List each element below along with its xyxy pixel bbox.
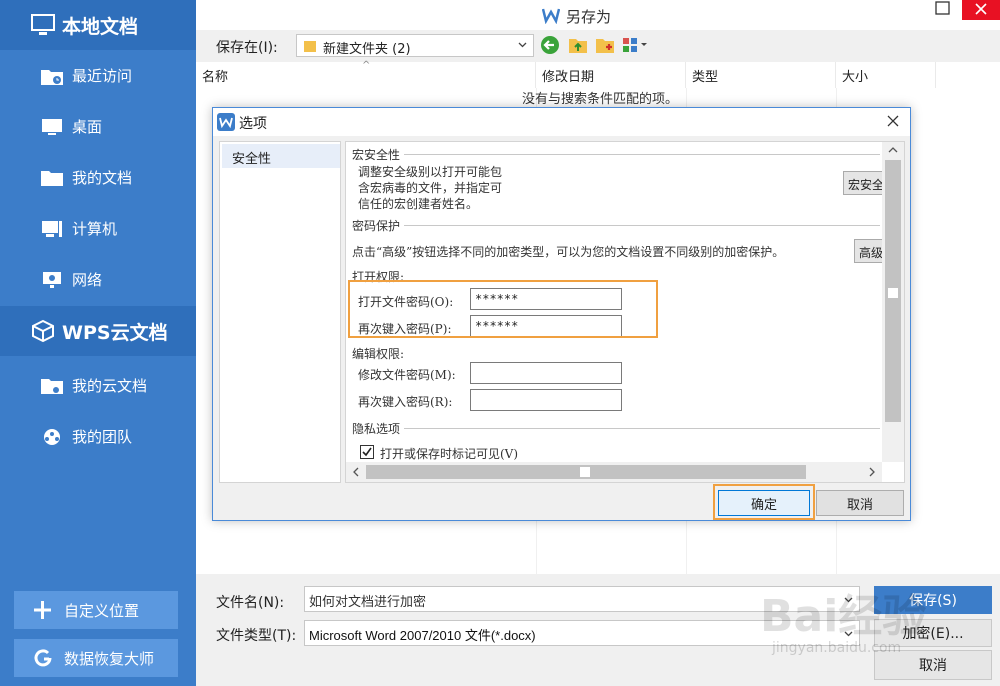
macro-desc-line: 调整安全级别以打开可能包 bbox=[358, 165, 503, 179]
documents-folder-icon bbox=[41, 170, 63, 186]
security-panel: 宏安全性 调整安全级别以打开可能包 含宏病毒的文件，并指定可 信任的宏创建者姓名… bbox=[345, 141, 905, 483]
checkmark-icon bbox=[362, 447, 372, 457]
options-dialog: 选项 安全性 宏安全性 调整安全级别以打开可能包 含宏病毒的文件，并指定可 信任… bbox=[212, 107, 911, 521]
view-menu-icon[interactable] bbox=[622, 35, 650, 55]
edit-password-confirm-input[interactable] bbox=[470, 389, 622, 411]
sidebar-item-network[interactable]: 网络 bbox=[0, 254, 196, 305]
up-folder-icon[interactable] bbox=[568, 35, 588, 55]
sidebar-item-label: 我的团队 bbox=[72, 428, 133, 446]
password-section-title: 密码保护 bbox=[352, 217, 405, 234]
column-header-size[interactable]: 大小 bbox=[836, 62, 936, 88]
save-in-label: 保存在(I): bbox=[216, 40, 278, 56]
wps-logo-icon bbox=[542, 8, 560, 24]
save-in-row: 保存在(I): 新建文件夹 (2) bbox=[196, 30, 1000, 62]
privacy-section-title: 隐私选项 bbox=[352, 420, 405, 437]
sidebar-item-desktop[interactable]: 桌面 bbox=[0, 101, 196, 152]
macro-security-button[interactable]: 宏安全 bbox=[843, 171, 887, 195]
sort-caret-icon: ^ bbox=[362, 60, 371, 71]
cube-icon bbox=[32, 319, 54, 343]
options-title-bar: 选项 bbox=[213, 108, 910, 136]
title-bar: 另存为 bbox=[196, 0, 1000, 30]
empty-message: 没有与搜索条件匹配的项。 bbox=[522, 92, 679, 107]
options-cancel-button[interactable]: 取消 bbox=[816, 490, 904, 516]
computer-icon bbox=[42, 220, 62, 237]
macro-section-title: 宏安全性 bbox=[352, 146, 405, 163]
chevron-up-icon bbox=[888, 147, 898, 153]
password-desc: 点击“高级”按钮选择不同的加密类型，可以为您的文档设置不同级别的加密保护。 bbox=[352, 245, 785, 259]
sidebar-item-label: 桌面 bbox=[72, 118, 103, 136]
maximize-icon[interactable] bbox=[928, 0, 958, 28]
sidebar-item-computer[interactable]: 计算机 bbox=[0, 203, 196, 254]
sidebar-item-cloud-docs[interactable]: 我的云文档 bbox=[0, 360, 196, 411]
close-window-button[interactable] bbox=[962, 0, 1000, 20]
sidebar-item-label: 计算机 bbox=[72, 220, 118, 238]
folder-icon bbox=[304, 41, 316, 52]
save-in-combo[interactable]: 新建文件夹 (2) bbox=[296, 34, 534, 57]
edit-password-label: 修改文件密码(M): bbox=[358, 368, 456, 382]
sidebar-item-recent[interactable]: 最近访问 bbox=[0, 50, 196, 101]
filetype-label: 文件类型(T): bbox=[216, 628, 297, 644]
sidebar: 本地文档 最近访问 桌面 我的文档 计算机 网络 WPS云文档 我的云文档 我的… bbox=[0, 0, 196, 686]
edit-password-confirm-label: 再次键入密码(R): bbox=[358, 395, 453, 409]
scroll-thumb[interactable] bbox=[366, 465, 806, 479]
macro-desc-line: 含宏病毒的文件，并指定可 bbox=[358, 181, 503, 195]
sidebar-item-documents[interactable]: 我的文档 bbox=[0, 152, 196, 203]
cloud-docs-header: WPS云文档 bbox=[0, 306, 196, 356]
sidebar-item-label: 最近访问 bbox=[72, 67, 133, 85]
macro-desc-line: 信任的宏创建者姓名。 bbox=[358, 197, 479, 211]
plus-icon bbox=[34, 601, 51, 619]
filename-label: 文件名(N): bbox=[216, 595, 285, 611]
sidebar-item-label: 我的文档 bbox=[72, 169, 133, 187]
wps-logo-icon bbox=[217, 113, 235, 131]
monitor-icon bbox=[31, 14, 55, 35]
column-header-name[interactable]: 名称 ^ bbox=[196, 60, 536, 88]
custom-location-button[interactable]: 自定义位置 bbox=[14, 591, 178, 629]
highlight-box bbox=[348, 280, 658, 338]
cloud-docs-title: WPS云文档 bbox=[62, 321, 168, 344]
desktop-icon bbox=[42, 118, 62, 135]
watermark-logo: Bai经验 bbox=[760, 591, 927, 642]
privacy-checkbox[interactable] bbox=[360, 445, 374, 459]
column-header-type[interactable]: 类型 bbox=[686, 62, 836, 88]
close-icon[interactable] bbox=[885, 113, 901, 129]
scroll-thumb[interactable] bbox=[885, 160, 901, 422]
sidebar-item-team[interactable]: 我的团队 bbox=[0, 411, 196, 462]
data-recovery-button[interactable]: 数据恢复大师 bbox=[14, 639, 178, 677]
recent-folder-icon bbox=[41, 69, 63, 85]
options-title: 选项 bbox=[239, 116, 267, 132]
local-docs-title: 本地文档 bbox=[62, 15, 139, 38]
team-icon bbox=[44, 428, 60, 445]
edit-password-input[interactable] bbox=[470, 362, 622, 384]
column-header-modified[interactable]: 修改日期 bbox=[536, 62, 686, 88]
edit-permission-title: 编辑权限: bbox=[352, 347, 405, 361]
vertical-scrollbar[interactable] bbox=[882, 142, 904, 462]
dialog-title: 另存为 bbox=[566, 8, 612, 26]
chevron-right-icon bbox=[869, 467, 875, 477]
network-icon bbox=[43, 271, 61, 288]
cloud-folder-icon bbox=[41, 378, 63, 394]
recovery-icon bbox=[34, 649, 52, 667]
new-folder-icon[interactable] bbox=[595, 35, 615, 55]
nav-item-security[interactable]: 安全性 bbox=[222, 144, 340, 168]
close-icon bbox=[975, 3, 987, 15]
section-divider bbox=[352, 428, 880, 429]
sidebar-item-label: 我的云文档 bbox=[72, 377, 148, 395]
sidebar-item-label: 网络 bbox=[72, 271, 103, 289]
watermark-url: jingyan.baidu.com bbox=[772, 640, 902, 656]
section-divider bbox=[352, 225, 880, 226]
chevron-down-icon bbox=[518, 42, 527, 48]
privacy-checkbox-label: 打开或保存时标记可见(V) bbox=[380, 447, 519, 461]
options-nav: 安全性 bbox=[219, 141, 341, 483]
chevron-left-icon bbox=[353, 467, 359, 477]
file-list-margin bbox=[936, 62, 1000, 574]
section-divider bbox=[352, 154, 880, 155]
ok-button[interactable]: 确定 bbox=[718, 490, 810, 516]
back-arrow-icon[interactable] bbox=[540, 35, 560, 55]
horizontal-scrollbar[interactable] bbox=[346, 462, 882, 482]
local-docs-header: 本地文档 bbox=[0, 0, 196, 50]
